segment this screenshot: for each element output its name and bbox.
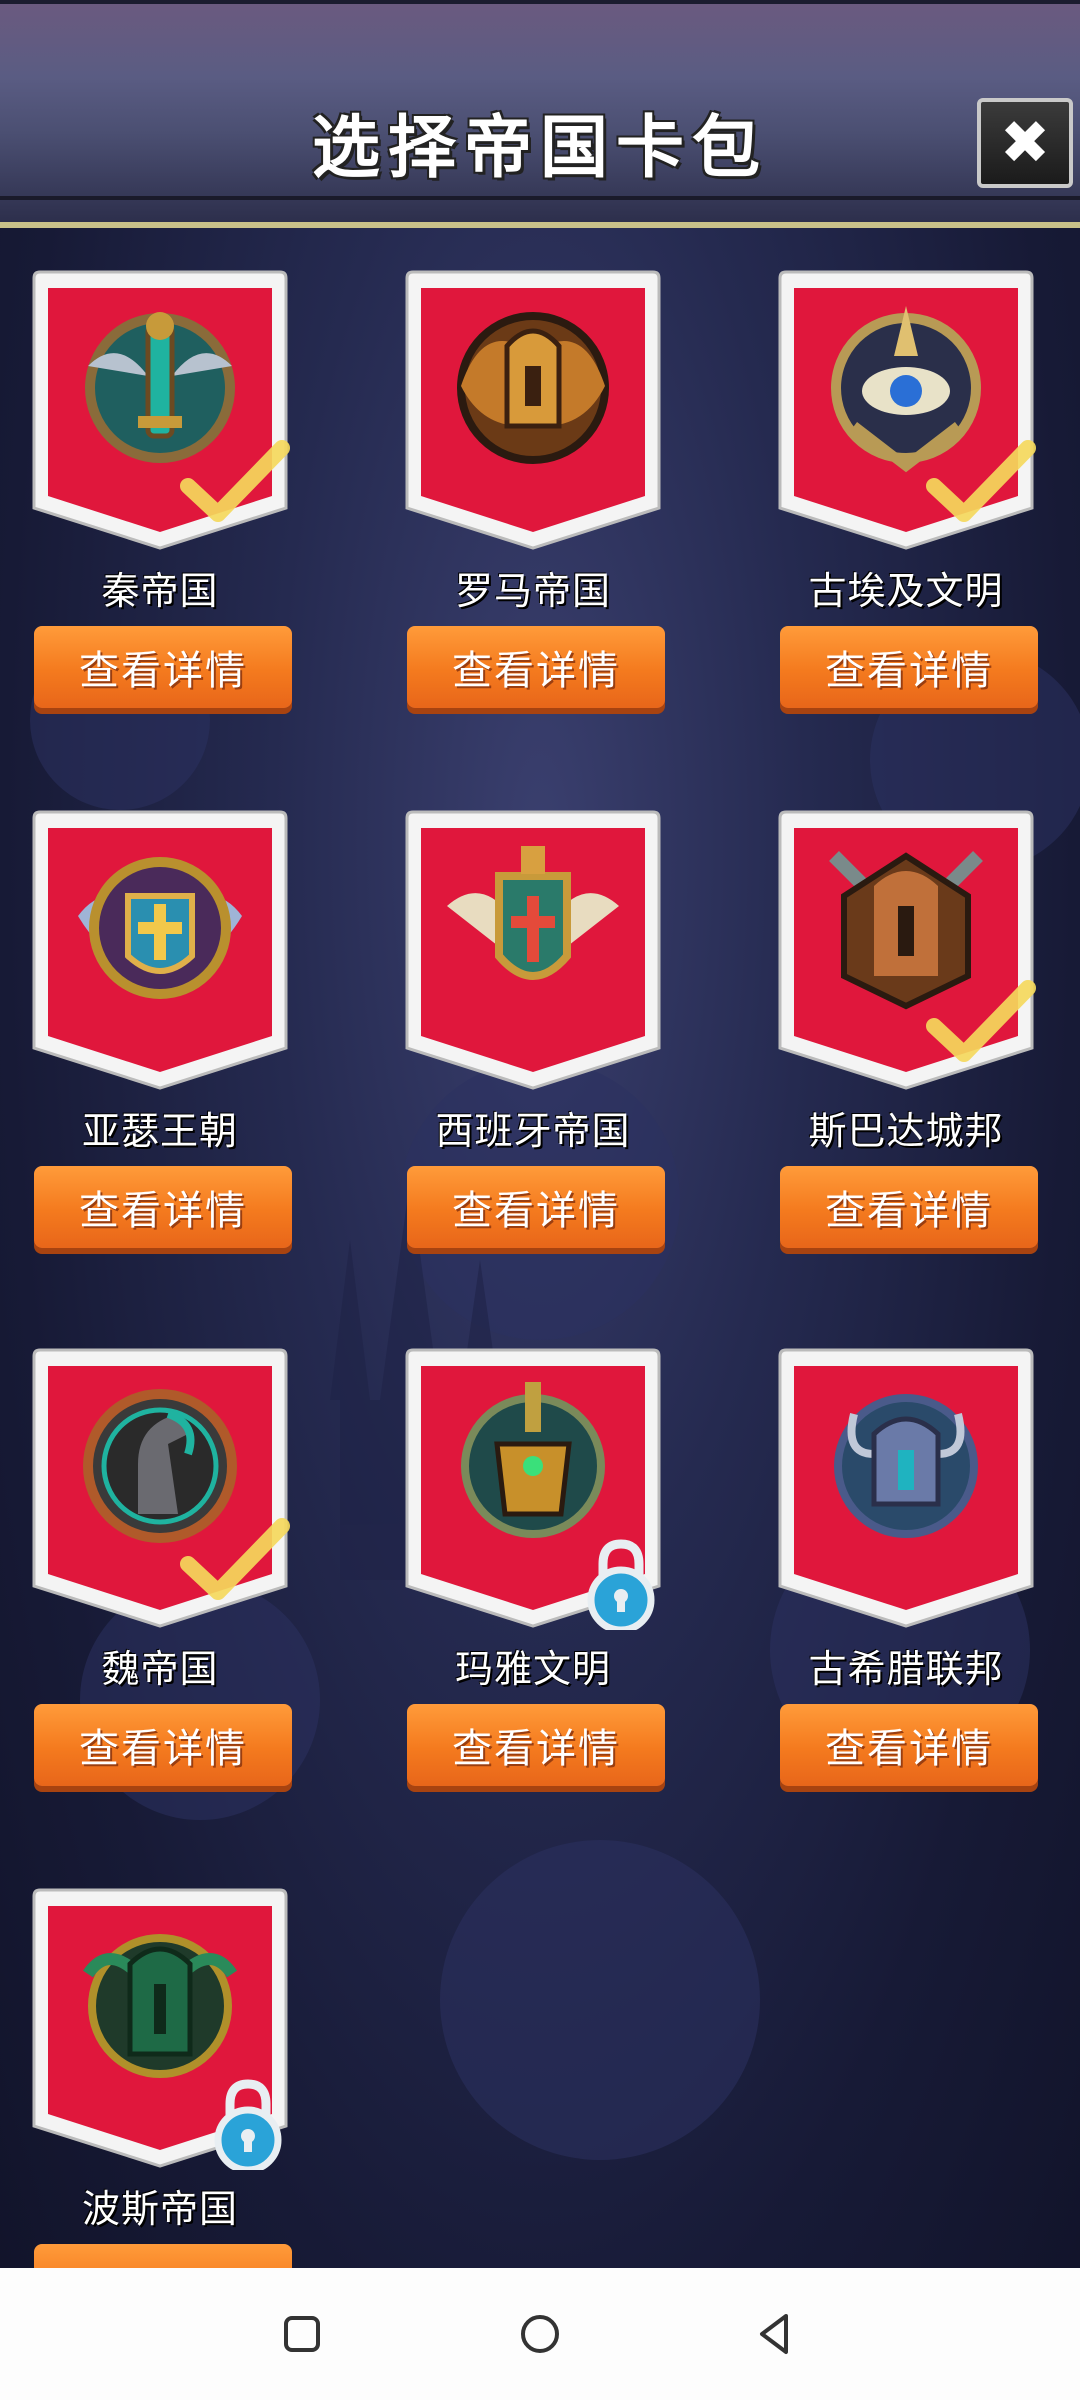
empire-name: 罗马帝国 — [454, 569, 611, 613]
empire-name: 波斯帝国 — [81, 2187, 238, 2231]
checkmark-icon — [180, 1518, 290, 1600]
royal-shield-emblem — [441, 836, 625, 1020]
empire-grid: 秦帝国 查看详情 罗马帝国 查看详情 古埃及文明 查看详情 亚瑟王朝 查看详情 … — [0, 0, 1080, 2268]
empire-name: 古希腊联邦 — [808, 1647, 1004, 1691]
empire-name: 亚瑟王朝 — [81, 1109, 238, 1153]
winged-shield-emblem — [68, 836, 252, 1020]
empire-name: 西班牙帝国 — [435, 1109, 631, 1153]
mayan-mask-emblem — [441, 1374, 625, 1558]
empire-name: 秦帝国 — [101, 569, 219, 613]
back-icon[interactable] — [750, 2308, 802, 2360]
view-details-button[interactable]: 查看详情 — [34, 1166, 292, 1248]
home-icon[interactable] — [514, 2308, 566, 2360]
lock-icon — [587, 1539, 655, 1630]
empire-name: 古埃及文明 — [808, 569, 1004, 613]
checkmark-icon — [926, 980, 1036, 1062]
roman-helmet-emblem — [441, 296, 625, 480]
view-details-button[interactable]: 查看详情 — [780, 626, 1038, 708]
view-details-button[interactable]: 查看详情 — [34, 626, 292, 708]
lock-icon — [214, 2079, 282, 2170]
persian-helmet-emblem — [68, 1914, 252, 2098]
system-navigation-bar — [0, 2268, 1080, 2400]
view-details-button[interactable]: 查看详情 — [780, 1166, 1038, 1248]
view-details-button[interactable]: 查看详情 — [407, 1166, 665, 1248]
view-details-button[interactable]: 查看详情 — [34, 1704, 292, 1786]
checkmark-icon — [926, 440, 1036, 522]
view-details-button[interactable]: 查看详情 — [34, 2244, 292, 2268]
view-details-button[interactable]: 查看详情 — [780, 1704, 1038, 1786]
empire-name: 斯巴达城邦 — [808, 1109, 1004, 1153]
checkmark-icon — [180, 440, 290, 522]
empire-name: 魏帝国 — [101, 1647, 219, 1691]
greek-helmet-emblem — [814, 1374, 998, 1558]
empire-name: 玛雅文明 — [454, 1647, 611, 1691]
view-details-button[interactable]: 查看详情 — [407, 626, 665, 708]
view-details-button[interactable]: 查看详情 — [407, 1704, 665, 1786]
recent-apps-icon[interactable] — [276, 2308, 328, 2360]
